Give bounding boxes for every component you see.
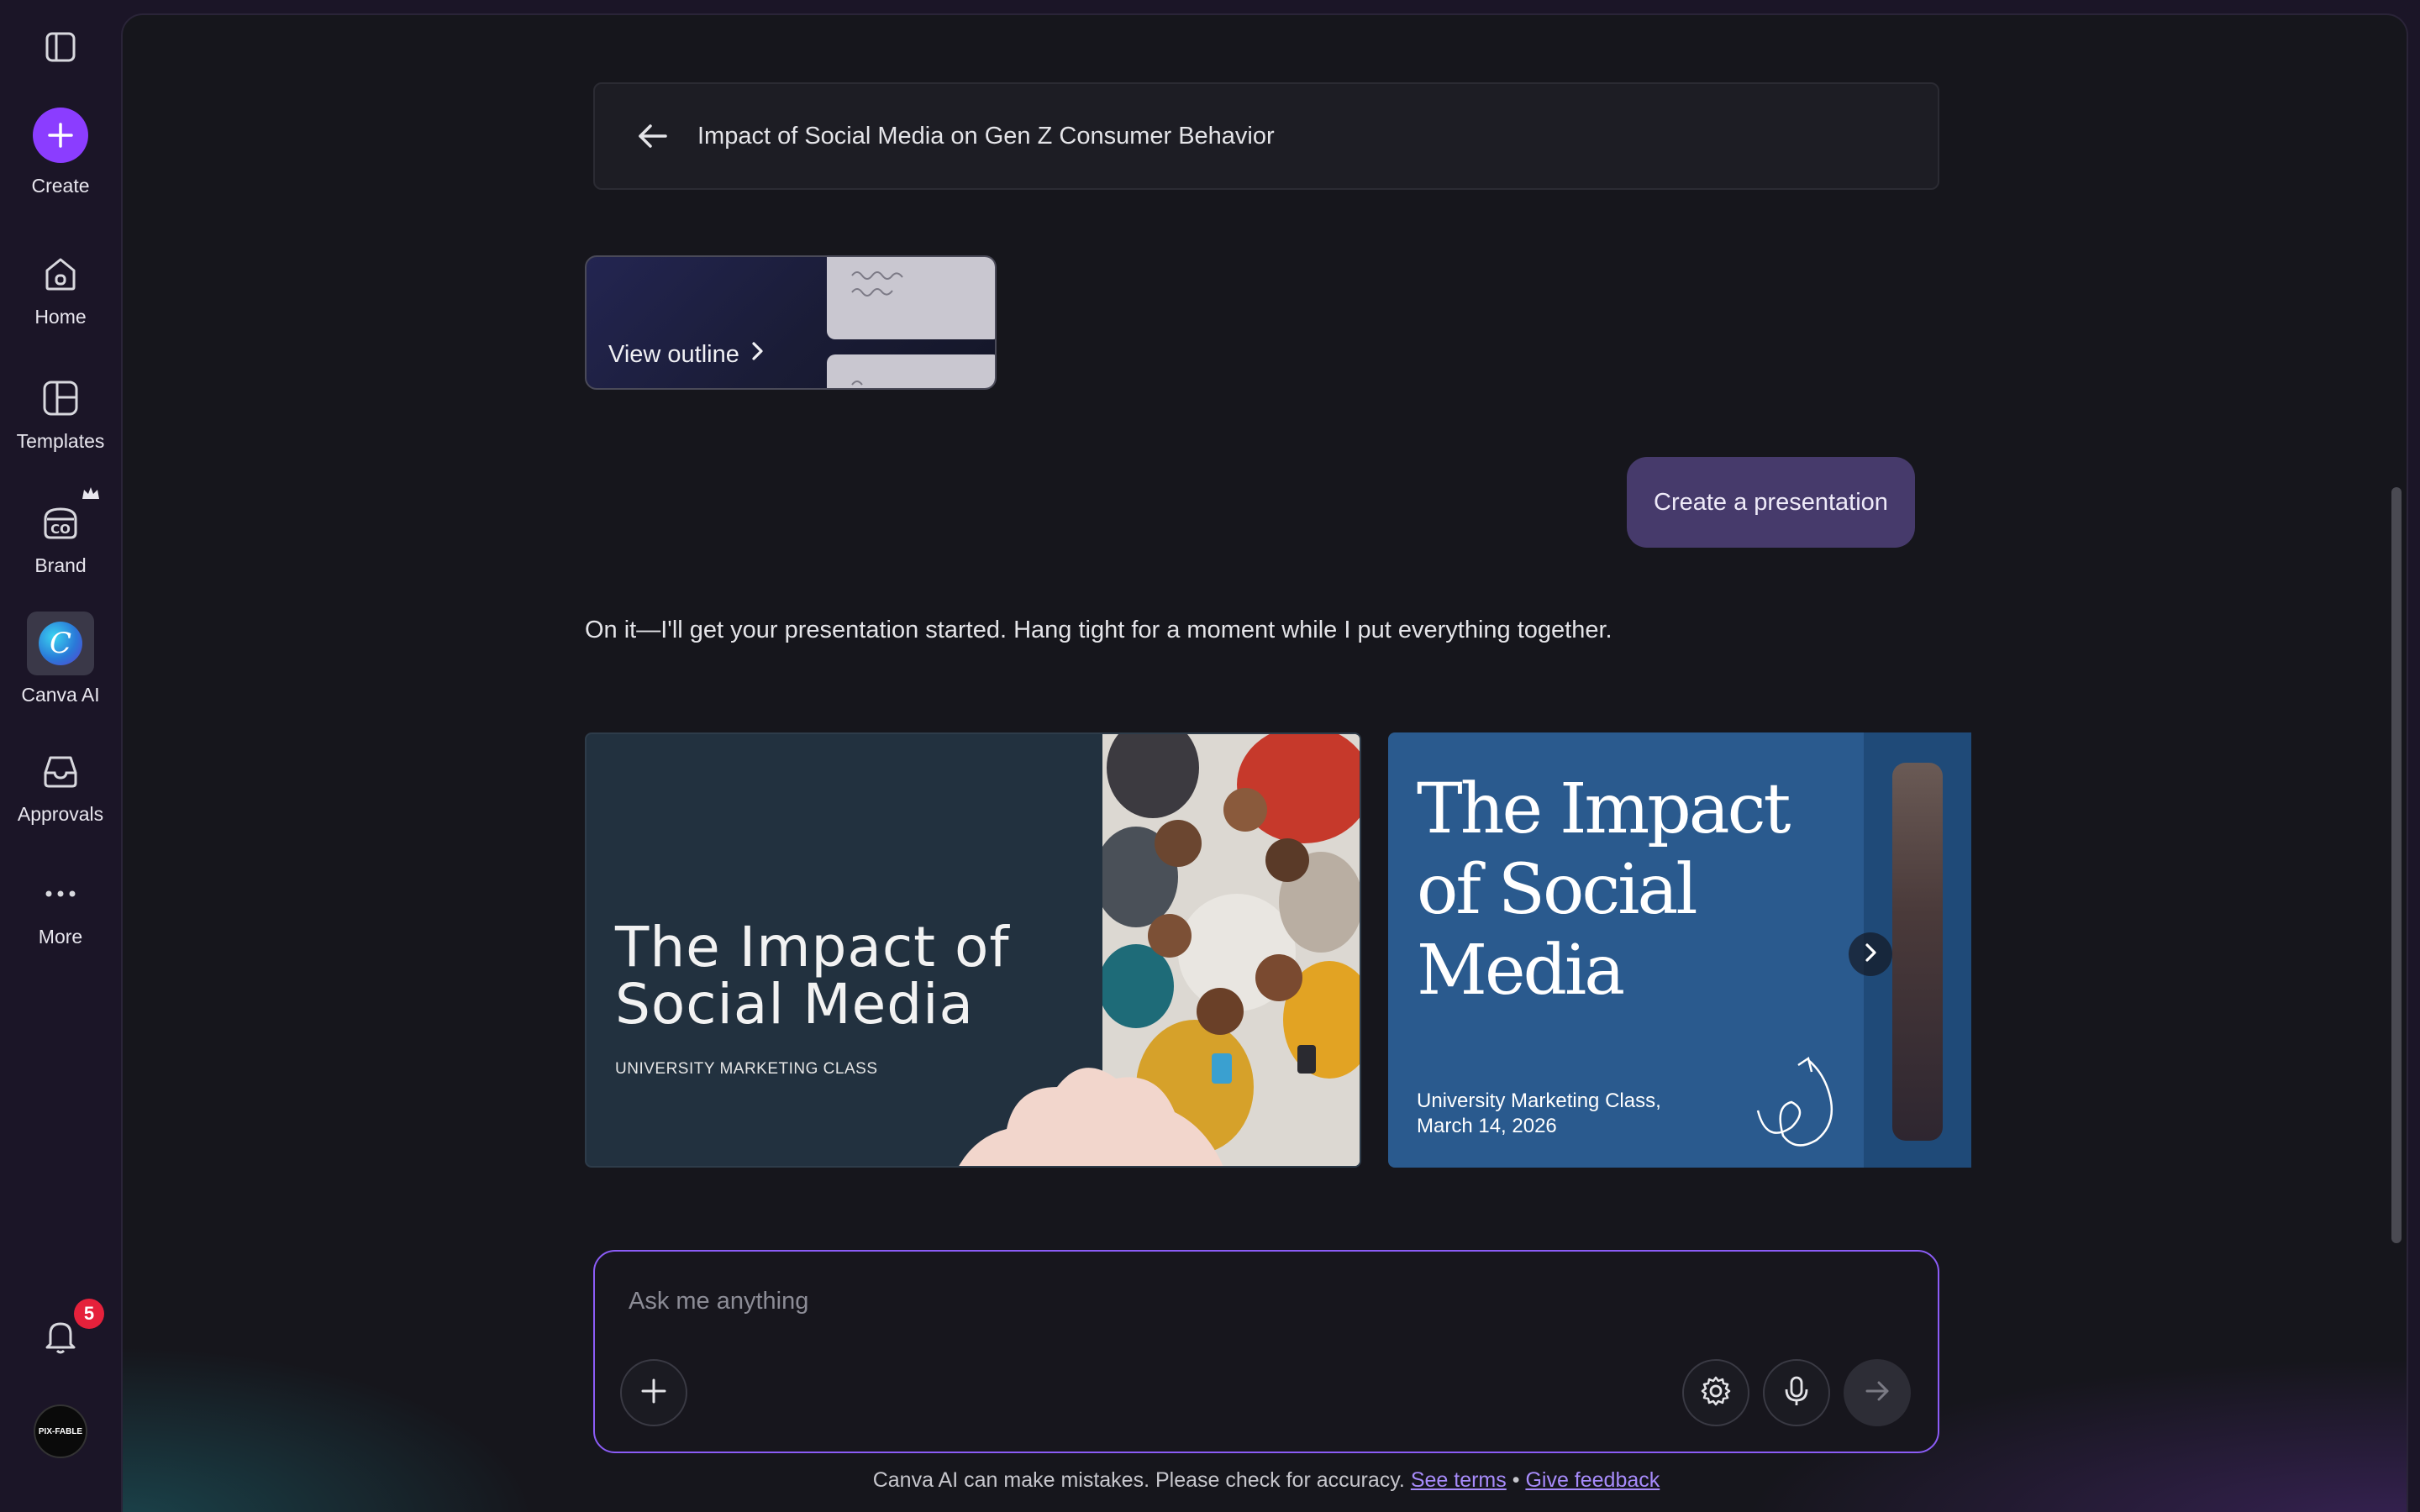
gear-icon [1699,1374,1733,1412]
outline-thumbnail [827,257,995,339]
sidebar-item-create[interactable]: Create [0,108,121,197]
notification-badge: 5 [74,1299,104,1329]
slide-title: The Impact of Social Media [1417,769,1791,1011]
slides-carousel: The Impact of Social Media UNIVERSITY MA… [585,717,1971,1171]
sidebar-item-templates[interactable]: Templates [0,375,121,453]
give-feedback-link[interactable]: Give feedback [1525,1468,1660,1492]
canva-ai-tile: C [27,612,94,675]
add-attachment-button[interactable] [620,1359,687,1426]
sidebar-item-approvals[interactable]: Approvals [0,748,121,826]
microphone-icon [1780,1374,1813,1412]
chevron-right-icon [750,339,766,370]
sidebar-item-label: Brand [34,554,87,576]
sidebar: Create Home Templates CO Brand C Canva A… [0,0,121,1512]
sidebar-panel-icon[interactable] [44,30,77,64]
sidebar-item-label: More [38,926,83,948]
disclaimer-text: Canva AI can make mistakes. Please check… [872,1468,1405,1492]
main-panel: Impact of Social Media on Gen Z Consumer… [121,13,2408,1512]
avatar-label: PIX-FABLE [38,1426,83,1436]
conversation-header: Impact of Social Media on Gen Z Consumer… [593,82,1939,190]
sidebar-item-canva-ai[interactable]: C Canva AI [0,612,121,706]
sidebar-item-more[interactable]: More [0,870,121,948]
slide-subtitle-line: March 14, 2026 [1417,1115,1557,1137]
more-icon [37,870,84,917]
back-arrow-icon[interactable] [634,118,671,155]
slide-preview-1[interactable]: The Impact of Social Media UNIVERSITY MA… [585,732,1361,1168]
microphone-button[interactable] [1763,1359,1830,1426]
send-button[interactable] [1844,1359,1911,1426]
ai-message-text: On it—I'll get your presentation started… [585,617,1612,643]
view-outline-button[interactable]: View outline [608,339,766,370]
crown-icon [81,486,101,507]
sidebar-item-label: Templates [16,430,105,452]
chevron-right-icon [1861,941,1880,969]
plus-icon [33,108,88,163]
view-outline-label: View outline [608,340,739,368]
arrow-right-icon [1862,1376,1892,1410]
view-outline-card[interactable]: View outline [585,255,997,390]
sidebar-item-brand[interactable]: CO Brand [0,499,121,577]
templates-icon [37,375,84,422]
user-message-text: Create a presentation [1654,488,1888,516]
brand-icon: CO [37,499,84,546]
swirl-arrow-icon [1749,1043,1842,1157]
chat-composer [593,1250,1939,1453]
slide-subtitle-line: University Marketing Class, [1417,1089,1661,1112]
svg-text:CO: CO [50,522,71,537]
decorative-shape [956,1037,1225,1166]
slide-subtitle: University Marketing Class, March 14, 20… [1417,1089,1661,1139]
canva-ai-icon: C [39,622,82,665]
sidebar-item-label: Home [34,306,87,328]
scrollbar[interactable] [2391,487,2402,1243]
slide-photo [1892,763,1943,1141]
sidebar-item-label: Approvals [17,803,104,825]
settings-button[interactable] [1682,1359,1749,1426]
avatar[interactable]: PIX-FABLE [34,1404,87,1458]
plus-icon [639,1376,669,1410]
slide-preview-2[interactable]: The Impact of Social Media University Ma… [1388,732,1864,1168]
page-title: Impact of Social Media on Gen Z Consumer… [697,122,1275,150]
home-icon [37,250,84,297]
sidebar-item-home[interactable]: Home [0,250,121,328]
user-message-bubble: Create a presentation [1627,457,1915,548]
outline-thumbnail [827,354,995,388]
slide-title: The Impact of Social Media [615,915,1010,1037]
inbox-icon [37,748,84,795]
see-terms-link[interactable]: See terms [1411,1468,1507,1492]
separator: • [1512,1468,1520,1492]
carousel-next-button[interactable] [1849,932,1892,976]
sidebar-item-label: Canva AI [21,684,100,706]
slide-subtitle: UNIVERSITY MARKETING CLASS [615,1060,878,1078]
chat-input[interactable] [629,1282,1805,1320]
disclaimer: Canva AI can make mistakes. Please check… [123,1468,2407,1493]
sidebar-item-label: Create [31,175,90,197]
